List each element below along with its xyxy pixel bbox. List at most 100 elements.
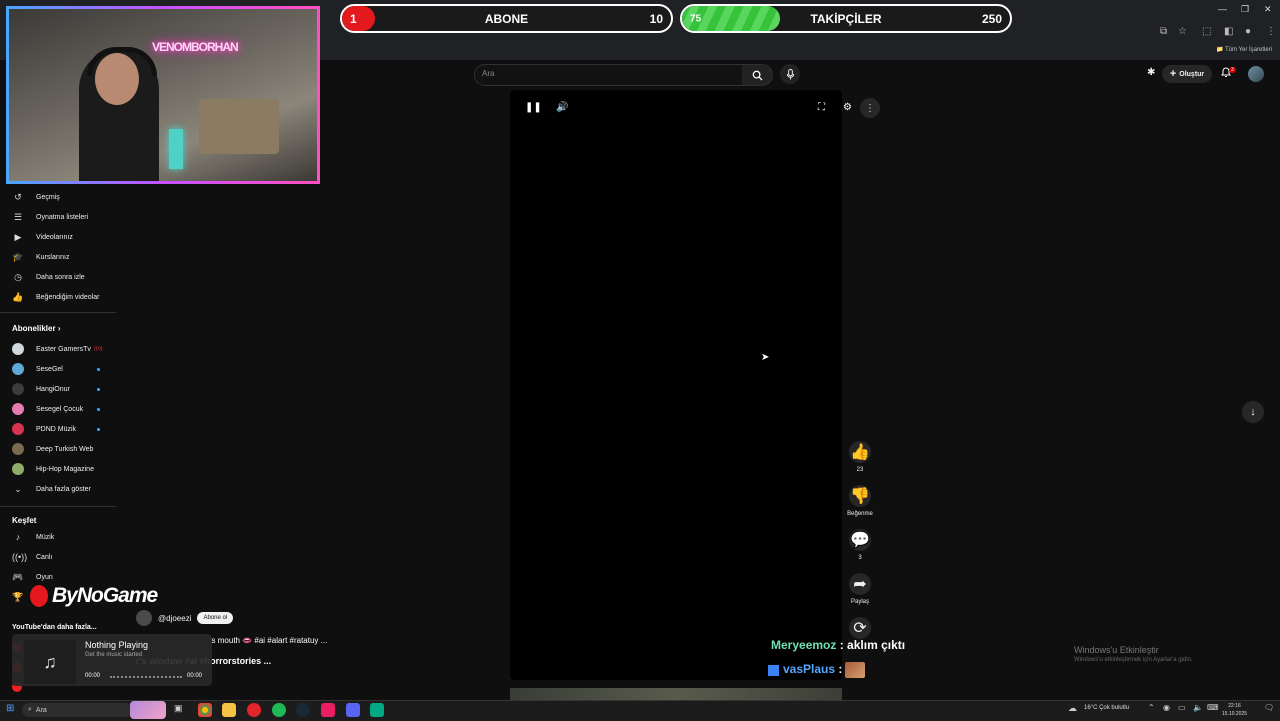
sidebar-item-courses[interactable]: 🎓 Kurslarınız: [0, 248, 116, 266]
sidebar-item-label: Geçmiş: [36, 193, 60, 201]
chat-username: Meryeemoz: [771, 638, 837, 652]
fullscreen-icon[interactable]: ⛶: [818, 102, 825, 113]
minimize-button[interactable]: —: [1218, 4, 1227, 14]
widget-thumbnail[interactable]: [130, 701, 166, 719]
create-button[interactable]: + Oluştur: [1162, 65, 1212, 83]
thumbs-down-icon: 👎: [849, 485, 871, 507]
youtube-header: [327, 60, 1280, 88]
chevron-down-icon: ⌄: [14, 483, 22, 494]
profile-avatar-icon[interactable]: ●: [1245, 26, 1251, 37]
task-view-icon[interactable]: ▣: [174, 703, 183, 714]
weather-text[interactable]: 16°C Çok bulutlu: [1084, 705, 1129, 711]
windows-start-icon[interactable]: ⊞: [6, 703, 14, 714]
short-title[interactable]: 's mouth 👄 #ai #alart #ratatuy ...: [210, 636, 327, 645]
sidebar-item-playlists[interactable]: ☰ Oynatma listeleri: [0, 208, 116, 226]
sidebar-item-subscription[interactable]: Hip-Hop Magazine: [0, 460, 116, 478]
app-icon-green[interactable]: [370, 703, 384, 717]
steam-icon[interactable]: [296, 703, 310, 717]
sidebar-item-subscription[interactable]: HangiOnur: [0, 380, 116, 398]
volume-tray-icon[interactable]: 🔈: [1193, 703, 1203, 712]
sidebar-item-watch-later[interactable]: ◷ Daha sonra izle: [0, 268, 116, 286]
maximize-button[interactable]: ❐: [1241, 4, 1249, 15]
taskbar-clock[interactable]: 22:16 15.10.2025: [1222, 702, 1247, 718]
channel-avatar: [12, 343, 24, 355]
browser-menu-icon[interactable]: ⋮: [1266, 26, 1276, 37]
show-more-button[interactable]: ⌄ Daha fazla göster: [0, 480, 116, 498]
sidebar-item-subscription[interactable]: SeseGel: [0, 360, 116, 378]
now-playing-elapsed: 00:00: [85, 673, 101, 679]
chat-text: :: [838, 662, 843, 677]
channel-name: Deep Turkish Web: [36, 445, 94, 453]
opera-icon[interactable]: [247, 703, 261, 717]
all-bookmarks-link[interactable]: 📁 Tüm Yer İşaretleri: [1216, 46, 1272, 53]
extensions-icon[interactable]: ⬚: [1202, 26, 1211, 37]
sidebar-item-label: Oyun: [36, 573, 53, 581]
live-icon: ((•)): [12, 552, 28, 562]
clock-time: 22:16: [1228, 703, 1241, 709]
sidebar-item-label: Daha sonra izle: [36, 273, 85, 281]
dislike-action[interactable]: 👎 Beğenme: [846, 485, 874, 517]
file-explorer-icon[interactable]: [222, 703, 236, 717]
close-window-button[interactable]: ✕: [1264, 4, 1272, 15]
sidebar-item-subscription[interactable]: Sesegel Çocuk: [0, 400, 116, 418]
bookmark-star-icon[interactable]: ☆: [1178, 26, 1187, 37]
channel-handle[interactable]: @djoeezi: [158, 614, 191, 623]
sidebar-item-label: Videolarınız: [36, 233, 73, 241]
notification-center-icon[interactable]: 🗨: [1264, 703, 1274, 712]
comment-count: 3: [858, 555, 862, 561]
thumbs-up-icon: 👍: [849, 441, 871, 463]
weather-icon[interactable]: ☁: [1068, 703, 1077, 714]
sidebar-item-your-videos[interactable]: ▶ Videolarınız: [0, 228, 116, 246]
subscriptions-heading[interactable]: Abonelikler ›: [12, 324, 60, 333]
sidebar-item-liked-videos[interactable]: 👍 Beğendiğim videolar: [0, 288, 116, 306]
sidebar-item-music[interactable]: ♪ Müzik: [0, 528, 116, 546]
next-short-button[interactable]: ↓: [1242, 401, 1264, 423]
shorts-video-player[interactable]: [510, 90, 842, 680]
more-options-button[interactable]: ⋮: [860, 98, 880, 118]
pause-icon[interactable]: ❚❚: [525, 102, 542, 113]
follower-goal-label: TAKİPÇİLER: [810, 11, 882, 26]
language-icon[interactable]: ⌨: [1207, 703, 1219, 712]
volume-icon[interactable]: 🔊: [556, 102, 568, 113]
discord-icon[interactable]: [346, 703, 360, 717]
sidebar-item-label: Beğendiğim videolar: [36, 293, 100, 301]
tray-app-icon[interactable]: ◉: [1163, 703, 1170, 712]
sidebar-item-live[interactable]: ((•)) Canlı: [0, 548, 116, 566]
dislike-label: Beğenme: [847, 511, 873, 517]
channel-avatar: [12, 383, 24, 395]
sidebar-item-subscription[interactable]: PDND Müzik: [0, 420, 116, 438]
headset: [87, 47, 157, 76]
channel-avatar[interactable]: [136, 610, 152, 626]
chat-emote: [845, 662, 866, 678]
subscriber-goal-target: 10: [649, 11, 663, 26]
sidebar-item-history[interactable]: ↺ Geçmiş: [0, 188, 116, 206]
voice-search-button[interactable]: [780, 64, 800, 84]
account-avatar[interactable]: [1248, 66, 1264, 82]
taskbar-search[interactable]: ⌕ Ara: [22, 703, 132, 717]
share-action[interactable]: ➦ Paylaş: [848, 573, 872, 605]
spotify-icon[interactable]: [272, 703, 286, 717]
comments-action[interactable]: 💬 3: [848, 529, 872, 561]
subscriber-goal-bar: 1 ABONE 10: [340, 4, 673, 33]
app-icon[interactable]: [321, 703, 335, 717]
like-action[interactable]: 👍 23: [848, 441, 872, 473]
install-app-icon[interactable]: ⧉: [1160, 26, 1167, 37]
all-bookmarks-label: Tüm Yer İşaretleri: [1224, 47, 1272, 53]
subscribe-button[interactable]: Abone ol: [197, 612, 234, 624]
network-icon[interactable]: ▭: [1178, 703, 1186, 712]
studio-icon[interactable]: ✱: [1147, 67, 1155, 78]
sidebar-item-subscription[interactable]: Deep Turkish Web: [0, 440, 116, 458]
search-input[interactable]: [474, 64, 744, 86]
profile-split-icon[interactable]: ◧: [1224, 26, 1233, 37]
channel-avatar: [12, 363, 24, 375]
new-content-dot: [97, 408, 100, 411]
trophy-icon[interactable]: 🏆: [12, 592, 23, 603]
flame-logo-icon: [30, 585, 48, 608]
search-button[interactable]: [742, 64, 773, 86]
chrome-icon[interactable]: [198, 703, 212, 717]
sidebar-item-subscription[interactable]: Easter GamersTv ((•)): [0, 340, 116, 358]
subscriber-goal-current: 1: [350, 11, 357, 26]
tray-chevron-icon[interactable]: ⌃: [1148, 703, 1155, 712]
remix-action[interactable]: ⟳: [848, 617, 872, 639]
settings-gear-icon[interactable]: ⚙: [843, 102, 852, 113]
